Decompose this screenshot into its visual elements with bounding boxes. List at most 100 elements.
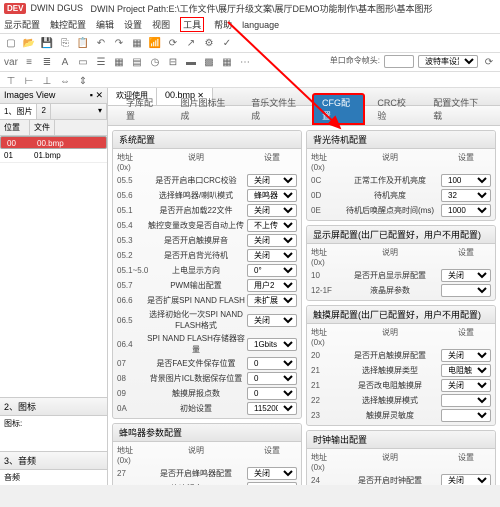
param-row: 0A初始设置115200 — [117, 401, 297, 416]
align-bot-icon[interactable]: ⊥ — [40, 74, 54, 88]
image-icon[interactable]: ▭ — [76, 55, 90, 69]
dist-v-icon[interactable]: ⇕ — [76, 74, 90, 88]
side-sec-audio[interactable]: 3、音频 — [0, 451, 107, 470]
param-desc: 是否开启蜂鸣器配置 — [147, 468, 245, 479]
param-row: 06.6是否扩展SPI NAND FLASH未扩展 — [117, 293, 297, 308]
param-select[interactable]: 未扩展 — [247, 294, 297, 307]
cfg-tab-music[interactable]: 音乐文件生成 — [241, 93, 310, 125]
param-select[interactable]: 0 — [247, 372, 297, 385]
cfg-tab-font[interactable]: 字库配置 — [116, 93, 169, 125]
table-icon[interactable]: ▦ — [112, 55, 126, 69]
frame-header-input[interactable] — [384, 55, 414, 68]
file-row[interactable]: 0000.bmp — [0, 136, 107, 149]
grid-icon[interactable]: ▦ — [130, 36, 144, 50]
check-icon[interactable]: ✓ — [220, 36, 234, 50]
side-sec-icons[interactable]: 2、图标 — [0, 397, 107, 416]
param-select[interactable]: 32 — [441, 189, 491, 202]
copy-icon[interactable]: ⎘ — [58, 36, 72, 50]
param-row: 0D待机亮度32 — [311, 188, 491, 203]
dots-icon[interactable]: ⋯ — [238, 55, 252, 69]
side-tab-more[interactable]: ▾ — [94, 104, 107, 119]
side-tab-images[interactable]: 1、图片 — [0, 104, 37, 119]
param-select[interactable]: 0° — [247, 264, 297, 277]
wifi-icon[interactable]: 📶 — [148, 36, 162, 50]
param-row: 20是否开启触摸屏配置关闭 — [311, 348, 491, 363]
align-mid-icon[interactable]: ⊢ — [22, 74, 36, 88]
menu-tools[interactable]: 工具 — [180, 17, 204, 32]
param-row: 06.4SPI NAND FLASH存储器容量1Gbits — [117, 332, 297, 356]
menu-display[interactable]: 显示配置 — [4, 18, 40, 31]
param-select[interactable]: 关闭 — [247, 314, 297, 327]
save-icon[interactable]: 💾 — [40, 36, 54, 50]
param-select[interactable]: 2.5 — [247, 482, 297, 485]
cfg-tab-image[interactable]: 图片图标生成 — [171, 93, 240, 125]
param-select[interactable]: 1000 — [441, 204, 491, 217]
param-desc: 是否开启加载22文件 — [147, 205, 245, 216]
param-select[interactable]: 0 — [247, 387, 297, 400]
param-select[interactable]: 关闭 — [441, 474, 491, 485]
align-center-icon[interactable]: ≣ — [40, 55, 54, 69]
param-select[interactable] — [441, 284, 491, 297]
side-tab-2[interactable]: 2 — [37, 104, 50, 119]
param-select[interactable]: 蜂鸣器 — [247, 189, 297, 202]
undo-icon[interactable]: ↶ — [94, 36, 108, 50]
param-desc: 上电显示方向 — [147, 265, 245, 276]
param-desc: 触摸屏报点数 — [147, 388, 245, 399]
param-select[interactable]: 关闭 — [441, 379, 491, 392]
param-select[interactable]: 关闭 — [247, 204, 297, 217]
paste-icon[interactable]: 📋 — [76, 36, 90, 50]
align-left-icon[interactable]: ≡ — [22, 55, 36, 69]
param-row: 07是否FAE文件保存位置0 — [117, 356, 297, 371]
param-select[interactable]: 不上传 — [247, 219, 297, 232]
cfg-tab-crc[interactable]: CRC校验 — [367, 93, 421, 125]
param-select[interactable]: 100 — [441, 174, 491, 187]
param-select[interactable] — [441, 394, 491, 407]
param-select[interactable]: 关闭 — [441, 269, 491, 282]
baudrate-select[interactable]: 波特率设置 — [418, 55, 478, 68]
panel-clock: 时钟输出配置 地址(0x)说明设置24是否开启时钟配置关闭25液晶屏参数20 — [306, 430, 496, 485]
menu-view[interactable]: 视图 — [152, 18, 170, 31]
panel-touch: 触摸屏配置(出厂已配置好，用户不用配置) 地址(0x)说明设置20是否开启触摸屏… — [306, 305, 496, 426]
project-path: DWIN Project Path:E:\工作文件\展厅升级文案\展厅DEMO功… — [90, 2, 432, 15]
menu-edit[interactable]: 编辑 — [96, 18, 114, 31]
cfg-tab-download[interactable]: 配置文件下载 — [423, 93, 492, 125]
clock-icon[interactable]: ◷ — [148, 55, 162, 69]
file-row[interactable]: 0101.bmp — [0, 149, 107, 163]
param-select[interactable]: 电阻触摸 — [441, 364, 491, 377]
menu-settings[interactable]: 设置 — [124, 18, 142, 31]
param-select[interactable]: 0 — [247, 357, 297, 370]
param-select[interactable]: 关闭 — [247, 174, 297, 187]
text-icon[interactable]: A — [58, 55, 72, 69]
redo-icon[interactable]: ↷ — [112, 36, 126, 50]
progress-icon[interactable]: ▬ — [184, 55, 198, 69]
calendar-icon[interactable]: ▦ — [220, 55, 234, 69]
param-select[interactable]: 115200 — [247, 402, 297, 415]
qr-icon[interactable]: ▩ — [202, 55, 216, 69]
new-icon[interactable]: ▢ — [4, 36, 18, 50]
list-icon[interactable]: ☰ — [94, 55, 108, 69]
refresh-icon[interactable]: ⟳ — [482, 55, 496, 69]
param-select[interactable]: 用户2 — [247, 279, 297, 292]
param-select[interactable]: 关闭 — [247, 467, 297, 480]
chart-icon[interactable]: ▤ — [130, 55, 144, 69]
param-addr: 05.5 — [117, 176, 145, 185]
cfg-tab-cfg[interactable]: CFG配置 — [312, 93, 365, 125]
param-select[interactable]: 1Gbits — [247, 338, 297, 351]
gear-icon[interactable]: ⚙ — [202, 36, 216, 50]
dist-h-icon[interactable]: ⇔ — [58, 74, 72, 88]
open-icon[interactable]: 📂 — [22, 36, 36, 50]
menu-language[interactable]: language — [242, 20, 279, 30]
param-select[interactable]: 关闭 — [247, 234, 297, 247]
param-row: 05.7PWM输出配置用户2 — [117, 278, 297, 293]
param-select[interactable]: 关闭 — [441, 349, 491, 362]
var-icon[interactable]: var — [4, 55, 18, 69]
export-icon[interactable]: ↗ — [184, 36, 198, 50]
sync-icon[interactable]: ⟳ — [166, 36, 180, 50]
param-addr: 0A — [117, 404, 145, 413]
param-select[interactable] — [441, 409, 491, 422]
menu-help[interactable]: 帮助 — [214, 18, 232, 31]
menu-touch[interactable]: 触控配置 — [50, 18, 86, 31]
param-select[interactable]: 关闭 — [247, 249, 297, 262]
align-top-icon[interactable]: ⊤ — [4, 74, 18, 88]
slider-icon[interactable]: ⊟ — [166, 55, 180, 69]
